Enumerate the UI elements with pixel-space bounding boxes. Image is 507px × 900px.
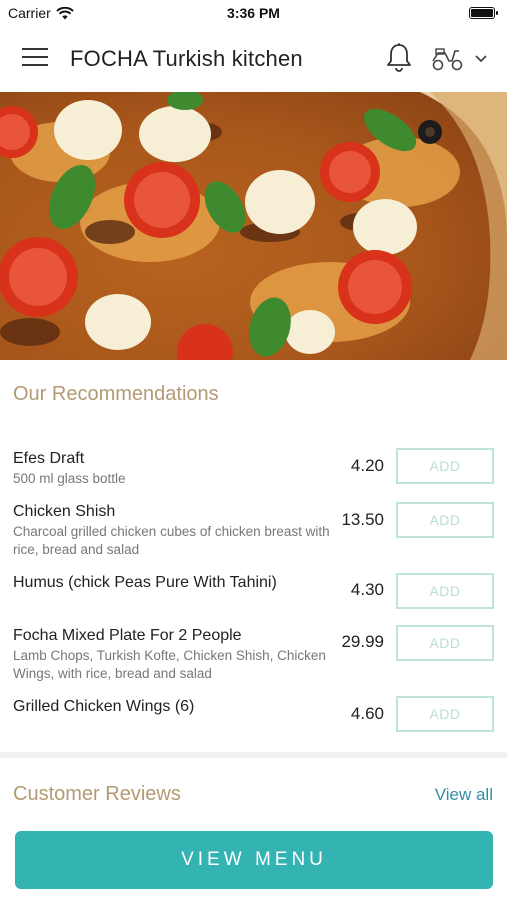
add-button[interactable]: ADD: [396, 625, 494, 661]
item-name: Grilled Chicken Wings (6): [13, 698, 195, 715]
nav-bar: FOCHA Turkish kitchen: [0, 26, 507, 92]
item-description: Charcoal grilled chicken cubes of chicke…: [13, 524, 330, 557]
status-time: 3:36 PM: [227, 5, 280, 21]
restaurant-title: FOCHA Turkish kitchen: [70, 46, 303, 71]
delivery-scooter-icon[interactable]: [430, 44, 492, 74]
add-button[interactable]: ADD: [396, 448, 494, 484]
hamburger-menu-icon[interactable]: [22, 48, 48, 70]
status-bar: Carrier 3:36 PM: [0, 0, 507, 26]
item-price: 4.60: [350, 704, 384, 723]
item-description: Lamb Chops, Turkish Kofte, Chicken Shish…: [13, 648, 326, 681]
bell-icon[interactable]: [385, 42, 413, 74]
add-button[interactable]: ADD: [396, 502, 494, 538]
item-description: 500 ml glass bottle: [13, 471, 126, 486]
add-button[interactable]: ADD: [396, 573, 494, 609]
item-price: 13.50: [341, 510, 384, 529]
reviews-heading: Customer Reviews: [13, 783, 181, 805]
view-all-reviews-link[interactable]: View all: [435, 785, 493, 805]
item-price: 4.30: [350, 580, 384, 599]
item-name: Humus (chick Peas Pure With Tahini): [13, 574, 277, 591]
battery-icon: [469, 7, 498, 19]
item-price: 4.20: [350, 456, 384, 475]
item-price: 29.99: [341, 632, 384, 651]
recommendations-heading: Our Recommendations: [13, 383, 219, 405]
section-divider: [0, 752, 507, 758]
view-menu-button[interactable]: VIEW MENU: [15, 831, 493, 889]
item-name: Focha Mixed Plate For 2 People: [13, 627, 242, 644]
hero-pizza-image: [0, 92, 507, 360]
pizza-illustration: [0, 92, 507, 360]
item-name: Efes Draft: [13, 450, 85, 467]
add-button[interactable]: ADD: [396, 696, 494, 732]
item-name: Chicken Shish: [13, 503, 116, 520]
